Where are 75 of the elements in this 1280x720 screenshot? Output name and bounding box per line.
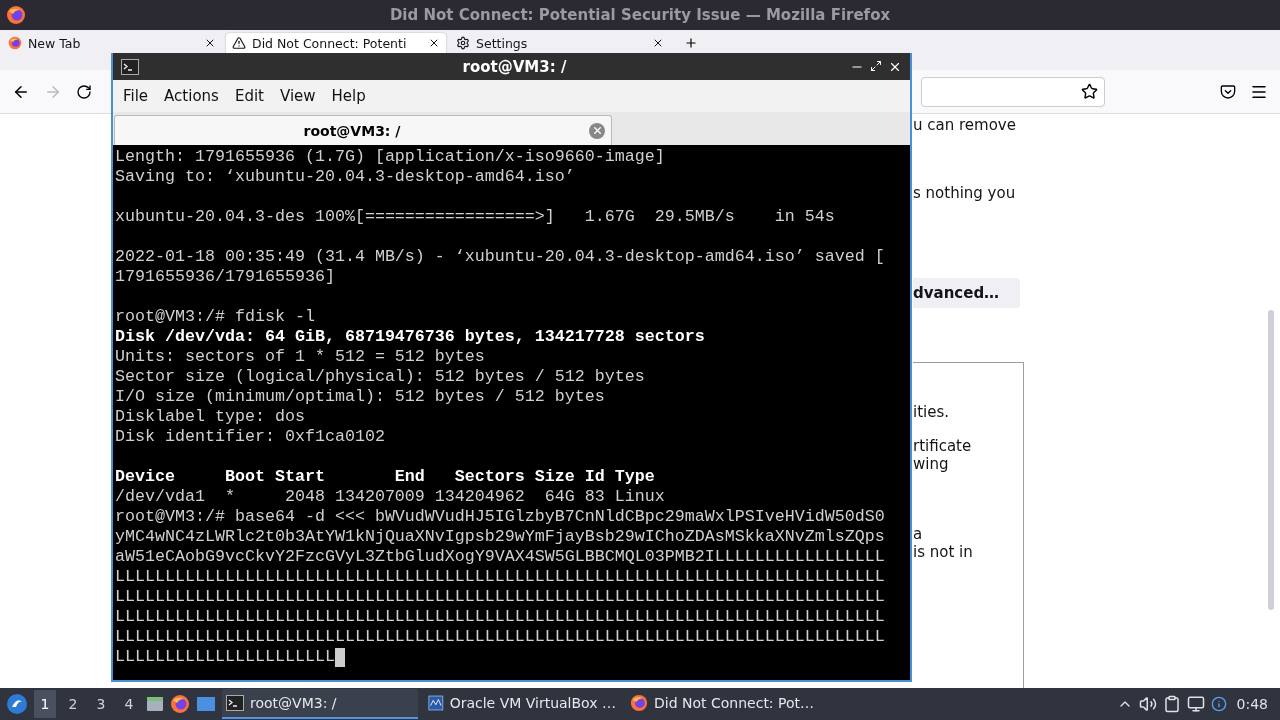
taskbar-task[interactable]: Did Not Connect: Pot… (626, 689, 822, 719)
url-field[interactable] (921, 76, 1105, 107)
terminal-line: LLLLLLLLLLLLLLLLLLLLLLLLLLLLLLLLLLLLLLLLLLLLLLLLLLLLLLLLLLLLLLLLLLLLLLLLLLLLL (115, 607, 885, 627)
detail-text: ities. (913, 403, 951, 421)
terminal-line: Length: 1791655936 (1.7G) [application/x-iso9660-image] (115, 147, 665, 167)
terminal-line: /dev/vda1 * 2048 134207009 134204962 64G 83 Linux (115, 487, 665, 507)
start-menu-icon[interactable] (6, 693, 28, 715)
terminal-line: 2022-01-18 00:35:49 (31.4 MB/s) - ‘xubuntu-20.04.3-desktop-amd64.iso’ saved [ (115, 247, 885, 267)
paragraph-text: s nothing you (913, 184, 1017, 202)
workspace-button[interactable]: 3 (90, 690, 112, 718)
terminal-line: 1791655936/1791655936] (115, 267, 335, 287)
terminal-line: I/O size (minimum/optimal): 512 bytes / 512 bytes (115, 387, 605, 407)
menu-item[interactable]: Edit (226, 82, 272, 110)
menu-item[interactable]: Actions (156, 82, 227, 110)
window-title: root@VM3: / (462, 57, 567, 76)
menu-item[interactable]: Help (323, 82, 374, 110)
close-icon[interactable] (652, 37, 664, 49)
detail-text: rtificate (913, 437, 973, 455)
window-icon[interactable] (196, 695, 216, 713)
workspace-button[interactable]: 2 (62, 690, 84, 718)
terminal-icon (121, 58, 139, 75)
terminal-line: LLLLLLLLLLLLLLLLLLLLLLLLLLLLLLLLLLLLLLLLLLLLLLLLLLLLLLLLLLLLLLLLLLLLLLLLLLLLL (115, 587, 885, 607)
maximize-icon[interactable] (870, 59, 882, 72)
terminal-line: Disk identifier: 0xf1ca0102 (115, 427, 385, 447)
terminal-line: Units: sectors of 1 * 512 = 512 bytes (115, 347, 485, 367)
browser-tab[interactable]: New Tab (2, 33, 222, 53)
terminal-line: aW51eCAobG9vcCkvY2FzcGVyL3ZtbGludXogY9VAX4SW5GLBBCMQL03PMB2ILLLLLLLLLLLLLLLLL (115, 547, 885, 567)
terminal-tab[interactable]: root@VM3: / (114, 115, 612, 145)
workspace-button[interactable]: 1 (34, 690, 56, 718)
terminal-icon (226, 695, 244, 711)
new-tab-icon[interactable] (684, 36, 698, 50)
workspace-button[interactable]: 4 (118, 690, 140, 718)
detail-text: a (913, 525, 924, 543)
terminal-line: LLLLLLLLLLLLLLLLLLLLLLLLLLLLLLLLLLLLLLLLLLLLLLLLLLLLLLLLLLLLLLLLLLLLLLLLLLLLL (115, 627, 885, 647)
firefox-icon (630, 694, 648, 712)
terminal-line: Disklabel type: dos (115, 407, 305, 427)
taskbar-task[interactable]: Oracle VM VirtualBox … (424, 689, 620, 719)
browser-tab[interactable]: Did Not Connect: Potenti (226, 33, 446, 53)
cursor (334, 647, 345, 667)
terminal-line: LLLLLLLLLLLLLLLLLLLLLLLLLLLLLLLLLLLLLLLLLLLLLLLLLLLLLLLLLLLLLLLLLLLLLLLLLLLLL (115, 567, 885, 587)
browser-tab[interactable]: Settings (450, 33, 670, 53)
terminal-line: xubuntu-20.04.3-des 100%[=================>] 1.67G 29.5MB/s in 54s (115, 207, 835, 227)
paragraph-text: u can remove (913, 116, 1017, 134)
taskbar-task[interactable]: root@VM3: / (222, 689, 418, 719)
advanced-button[interactable]: dvanced… (913, 278, 1020, 308)
clipboard-icon[interactable] (1162, 695, 1181, 713)
clock: 0:48 (1236, 696, 1268, 712)
terminal-line: Device Boot Start End Sectors Size Id Type (115, 467, 655, 487)
settings-icon (456, 36, 470, 50)
terminal-line: LLLLLLLLLLLLLLLLLLLLLL (115, 647, 335, 667)
firefox-icon (170, 694, 190, 714)
menu-item[interactable]: File (115, 82, 157, 110)
menu-item[interactable]: View (271, 82, 324, 110)
pocket-icon[interactable] (1220, 83, 1236, 100)
terminal-line: root@VM3:/# base64 -d <<< bWVudWVudHJ5IGlzbyB7CnNldCBpc29maWxlPSIveHVidW50dS0 (115, 507, 885, 527)
terminal-line: Disk /dev/vda: 64 GiB, 68719476736 bytes, 134217728 sectors (115, 327, 705, 347)
monitor-icon (428, 694, 444, 712)
firefox-icon (8, 36, 22, 50)
firefox-icon (6, 5, 26, 25)
terminal-line: yMC4wNC4zLWRlc2t0b3AtYW1kNjQuaXNvIgpsb29wYmFjayBsb29wIChoZDAsMSkkaXNvZmlsZQps (115, 527, 885, 547)
volume-icon[interactable] (1138, 695, 1157, 713)
warning-icon (232, 36, 246, 50)
close-icon[interactable] (204, 37, 216, 49)
file-manager-icon[interactable] (146, 695, 164, 713)
window-title: Did Not Connect: Potential Security Issue — Mozilla Firefox (389, 6, 891, 24)
terminal-line: root@VM3:/# fdisk -l (115, 307, 315, 327)
detail-text: is not in (913, 543, 974, 561)
notification-icon[interactable] (1210, 696, 1227, 712)
close-icon[interactable] (428, 37, 440, 49)
reload-icon[interactable] (76, 83, 92, 100)
detail-text: wing (913, 455, 950, 473)
terminal-line: Saving to: ‘xubuntu-20.04.3-desktop-amd64.iso’ (115, 167, 575, 187)
scrollbar[interactable] (1268, 310, 1274, 610)
terminal-line: Sector size (logical/physical): 512 bytes / 512 bytes (115, 367, 645, 387)
bookmark-star-icon[interactable] (1081, 83, 1098, 100)
